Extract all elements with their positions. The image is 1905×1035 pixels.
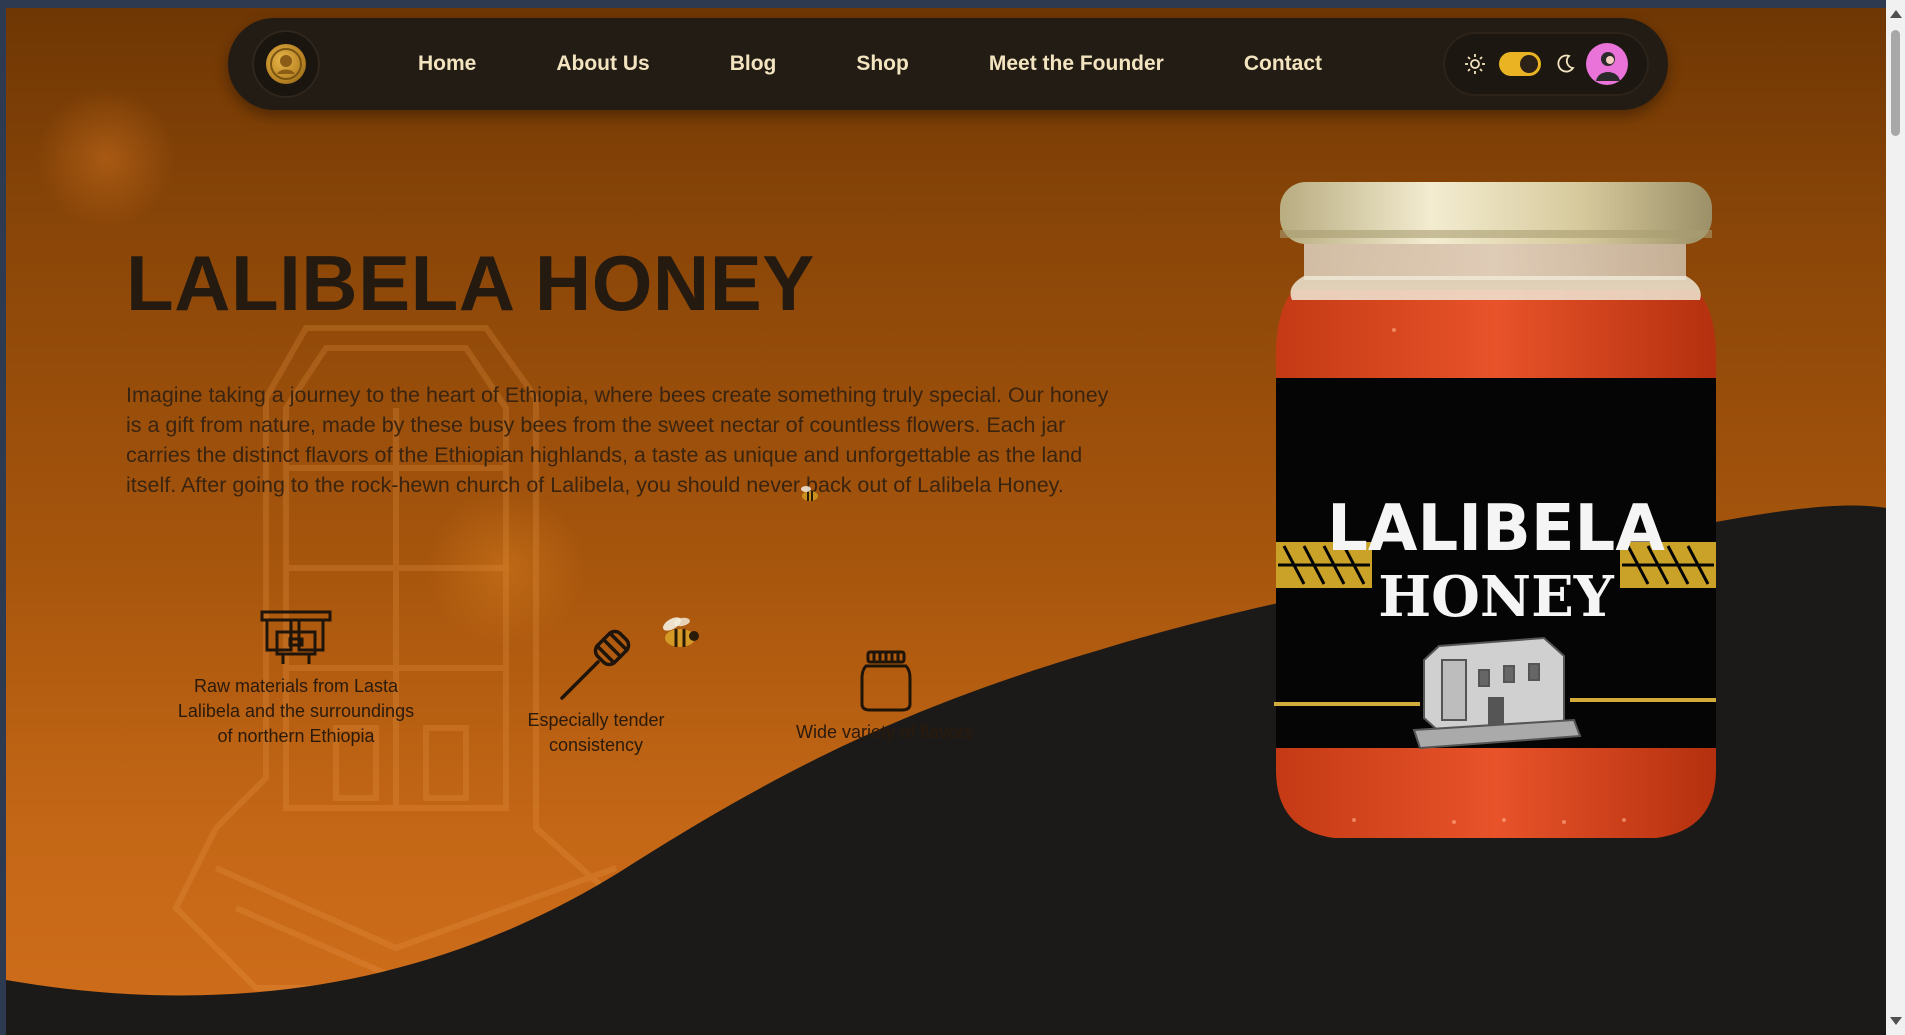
jar-label-line1: LALIBELA bbox=[1327, 492, 1665, 566]
avatar-person-icon bbox=[1596, 52, 1620, 81]
top-navigation-bar: Home About Us Blog Shop Meet the Founder… bbox=[228, 18, 1668, 110]
feature-raw-materials: Raw materials from Lasta Lalibela and th… bbox=[176, 608, 416, 749]
hero-description: Imagine taking a journey to the heart of… bbox=[126, 383, 1109, 497]
hero-title: LALIBELA HONEY bbox=[126, 239, 815, 327]
beehive-icon bbox=[260, 610, 332, 664]
honey-jar-image: LALIBELA HONEY bbox=[1274, 182, 1717, 838]
vertical-scrollbar[interactable] bbox=[1886, 0, 1905, 1035]
honey-dipper-icon bbox=[560, 629, 631, 700]
sun-icon bbox=[1465, 54, 1485, 74]
theme-toggle[interactable] bbox=[1499, 52, 1541, 76]
scrollbar-thumb[interactable] bbox=[1891, 30, 1900, 136]
jar-label-line2: HONEY bbox=[1378, 564, 1615, 630]
moon-icon bbox=[1557, 54, 1575, 73]
jar-icon bbox=[860, 650, 912, 712]
bee-icon bbox=[662, 617, 699, 647]
nav-shop-link[interactable]: Shop bbox=[856, 52, 909, 76]
page-viewport: Home About Us Blog Shop Meet the Founder… bbox=[6, 8, 1886, 1035]
scroll-up-arrow-icon[interactable] bbox=[1890, 10, 1902, 18]
window-top-border bbox=[0, 0, 1905, 8]
feature-label: Wide variety of flavors bbox=[796, 722, 974, 742]
feature-label: Especially tender consistency bbox=[527, 710, 665, 755]
nav-home-link[interactable]: Home bbox=[418, 52, 476, 76]
theme-switcher bbox=[1443, 32, 1649, 96]
nav-links: Home About Us Blog Shop Meet the Founder… bbox=[418, 18, 1402, 110]
nav-contact-link[interactable]: Contact bbox=[1244, 52, 1322, 76]
brand-logo[interactable] bbox=[252, 30, 320, 98]
scroll-down-arrow-icon[interactable] bbox=[1890, 1017, 1902, 1025]
nav-about-link[interactable]: About Us bbox=[556, 52, 649, 76]
user-avatar[interactable] bbox=[1586, 43, 1628, 85]
feature-label: Raw materials from Lasta Lalibela and th… bbox=[177, 676, 415, 746]
nav-founder-link[interactable]: Meet the Founder bbox=[989, 52, 1164, 76]
coin-logo-icon bbox=[266, 44, 306, 84]
bee-icon bbox=[801, 486, 818, 501]
toggle-knob bbox=[1520, 55, 1538, 73]
feature-flavors: Wide variety of flavors bbox=[776, 648, 996, 752]
nav-blog-link[interactable]: Blog bbox=[730, 52, 777, 76]
church-label-icon bbox=[1412, 636, 1582, 750]
